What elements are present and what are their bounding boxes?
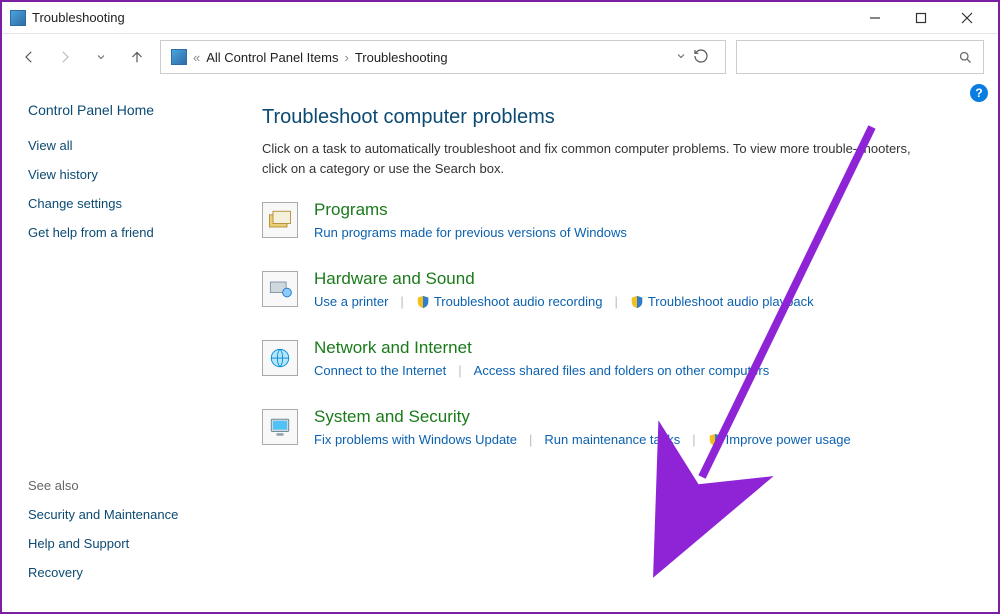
up-button[interactable]	[124, 44, 150, 70]
separator: |	[692, 432, 695, 447]
seealso-help-support[interactable]: Help and Support	[28, 536, 234, 551]
category-title-hardware[interactable]: Hardware and Sound	[314, 269, 974, 289]
maximize-button[interactable]	[898, 3, 944, 33]
shield-icon	[708, 433, 722, 447]
address-dropdown-icon[interactable]	[675, 50, 687, 65]
shield-icon	[630, 295, 644, 309]
page-title: Troubleshoot computer problems	[262, 106, 974, 129]
titlebar: Troubleshooting	[2, 2, 998, 34]
category-title-programs[interactable]: Programs	[314, 200, 974, 220]
sidebar-link-get-help[interactable]: Get help from a friend	[28, 225, 234, 240]
network-icon	[262, 340, 298, 376]
shield-icon	[416, 295, 430, 309]
link-troubleshoot-audio-playback[interactable]: Troubleshoot audio playback	[630, 293, 814, 310]
see-also-heading: See also	[28, 478, 234, 493]
category-title-network[interactable]: Network and Internet	[314, 338, 974, 358]
link-fix-windows-update[interactable]: Fix problems with Windows Update	[314, 431, 517, 448]
breadcrumb-root[interactable]: All Control Panel Items	[206, 50, 338, 65]
link-improve-power-usage[interactable]: Improve power usage	[708, 431, 851, 448]
link-use-printer[interactable]: Use a printer	[314, 293, 388, 310]
back-button[interactable]	[16, 44, 42, 70]
search-icon	[958, 50, 973, 65]
close-button[interactable]	[944, 3, 990, 33]
sidebar: Control Panel Home View all View history…	[2, 80, 252, 612]
separator: |	[458, 363, 461, 378]
breadcrumb-current[interactable]: Troubleshooting	[355, 50, 448, 65]
sidebar-link-view-history[interactable]: View history	[28, 167, 234, 182]
seealso-security-maintenance[interactable]: Security and Maintenance	[28, 507, 234, 522]
sidebar-link-change-settings[interactable]: Change settings	[28, 196, 234, 211]
main-content: ? Troubleshoot computer problems Click o…	[252, 80, 998, 612]
category-network: Network and Internet Connect to the Inte…	[262, 338, 974, 379]
window-title: Troubleshooting	[32, 10, 125, 25]
help-icon[interactable]: ?	[970, 84, 988, 102]
seealso-recovery[interactable]: Recovery	[28, 565, 234, 580]
link-run-maintenance-tasks[interactable]: Run maintenance tasks	[544, 431, 680, 448]
app-icon	[10, 10, 26, 26]
page-description: Click on a task to automatically trouble…	[262, 139, 912, 178]
category-system: System and Security Fix problems with Wi…	[262, 407, 974, 448]
refresh-button[interactable]	[693, 48, 709, 67]
category-programs: Programs Run programs made for previous …	[262, 200, 974, 241]
link-connect-internet[interactable]: Connect to the Internet	[314, 362, 446, 379]
link-run-programs-previous[interactable]: Run programs made for previous versions …	[314, 224, 627, 241]
address-bar[interactable]: « All Control Panel Items › Troubleshoot…	[160, 40, 726, 74]
hardware-icon	[262, 271, 298, 307]
navbar: « All Control Panel Items › Troubleshoot…	[2, 34, 998, 80]
recent-dropdown[interactable]	[88, 44, 114, 70]
separator: |	[614, 294, 617, 309]
forward-button[interactable]	[52, 44, 78, 70]
programs-icon	[262, 202, 298, 238]
minimize-button[interactable]	[852, 3, 898, 33]
category-title-system[interactable]: System and Security	[314, 407, 974, 427]
control-panel-home-link[interactable]: Control Panel Home	[28, 102, 234, 118]
breadcrumb-overflow-icon[interactable]: «	[193, 50, 200, 65]
chevron-right-icon: ›	[344, 50, 348, 65]
category-hardware: Hardware and Sound Use a printer | Troub…	[262, 269, 974, 310]
link-access-shared-files[interactable]: Access shared files and folders on other…	[474, 362, 770, 379]
sidebar-link-view-all[interactable]: View all	[28, 138, 234, 153]
system-icon	[262, 409, 298, 445]
link-troubleshoot-audio-recording[interactable]: Troubleshoot audio recording	[416, 293, 603, 310]
separator: |	[529, 432, 532, 447]
control-panel-icon	[171, 49, 187, 65]
search-input[interactable]	[736, 40, 984, 74]
separator: |	[400, 294, 403, 309]
